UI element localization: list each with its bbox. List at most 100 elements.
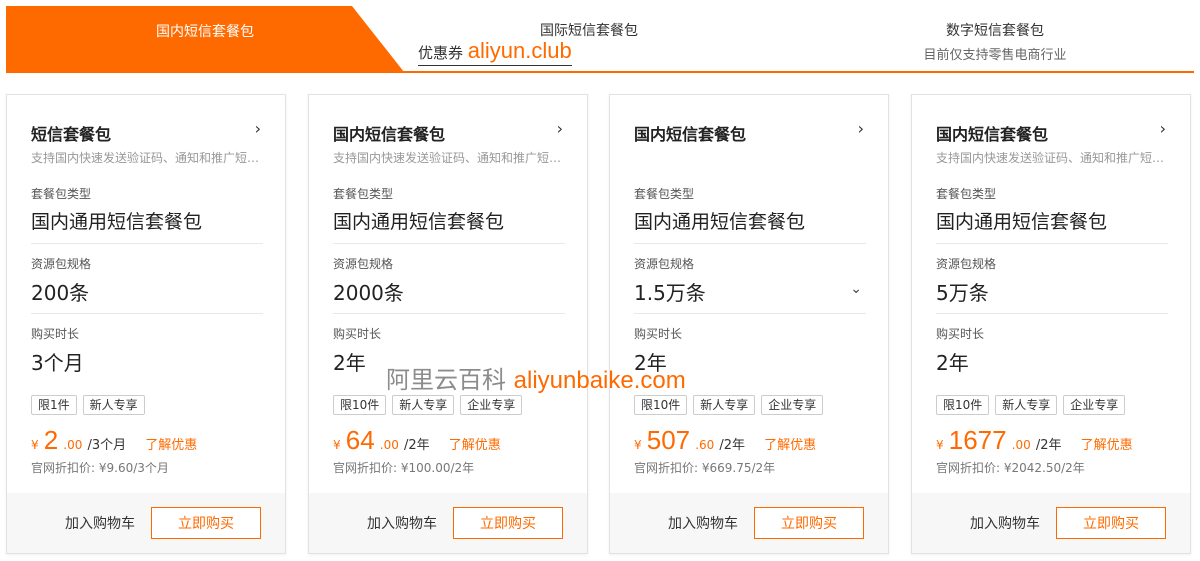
- duration-label: 购买时长: [333, 327, 382, 341]
- price: ¥ 1677 .00 /2年 了解优惠: [936, 425, 1133, 456]
- card-description: 支持国内快速发送验证码、通知和推广短信...: [31, 151, 263, 165]
- package-type-label: 套餐包类型: [936, 187, 997, 201]
- package-type-label: 套餐包类型: [31, 187, 92, 201]
- spec-label: 资源包规格: [936, 257, 997, 271]
- price-unit: /2年: [1035, 438, 1062, 453]
- add-to-cart-button[interactable]: 加入购物车: [367, 513, 437, 533]
- spec-select[interactable]: 2000条: [333, 277, 404, 306]
- price-currency: ¥: [333, 438, 341, 452]
- card-footer: 加入购物车 立即购买: [309, 493, 587, 553]
- card-title[interactable]: 短信套餐包: [31, 121, 111, 145]
- official-price-value: ¥669.75/2年: [701, 461, 776, 475]
- price-integer: 2: [43, 425, 59, 455]
- price-currency: ¥: [634, 438, 642, 452]
- divider: [936, 313, 1168, 314]
- tag-badge: 新人专享: [392, 395, 455, 415]
- official-price: 官网折扣价: ¥100.00/2年: [333, 459, 474, 476]
- divider: [31, 313, 263, 314]
- divider: [634, 313, 866, 314]
- package-type-label: 套餐包类型: [333, 187, 394, 201]
- price-unit: /3个月: [87, 438, 127, 453]
- duration-select[interactable]: 3个月: [31, 347, 84, 376]
- price-currency: ¥: [31, 438, 39, 452]
- card-description: 支持国内快速发送验证码、通知和推广短信...: [936, 151, 1168, 165]
- learn-discount-link[interactable]: 了解优惠: [449, 438, 501, 453]
- spec-select[interactable]: 200条: [31, 277, 89, 306]
- card-title[interactable]: 国内短信套餐包: [634, 121, 746, 145]
- official-price: 官网折扣价: ¥669.75/2年: [634, 459, 775, 476]
- tab-digital-label: 数字短信套餐包: [946, 23, 1044, 39]
- tag-badge: 企业专享: [1063, 395, 1126, 415]
- tag-list: 限10件 新人专享 企业专享: [634, 395, 824, 415]
- add-to-cart-button[interactable]: 加入购物车: [970, 513, 1040, 533]
- promo-url: aliyun.club: [467, 38, 572, 63]
- official-price-prefix: 官网折扣价:: [333, 461, 398, 475]
- watermark-url: aliyunbaike.com: [513, 367, 686, 394]
- buy-now-button[interactable]: 立即购买: [151, 507, 261, 539]
- watermark-overlay: 阿里云百科 aliyunbaike.com: [386, 360, 686, 395]
- price-decimal: .60: [695, 438, 715, 452]
- spec-select[interactable]: 1.5万条: [634, 277, 706, 306]
- buy-now-button[interactable]: 立即购买: [453, 507, 563, 539]
- tab-domestic-sms[interactable]: 国内短信套餐包: [6, 6, 404, 72]
- tag-badge: 新人专享: [82, 395, 145, 415]
- add-to-cart-button[interactable]: 加入购物车: [65, 513, 135, 533]
- tab-digital-subtitle: 目前仅支持零售电商行业: [923, 48, 1067, 63]
- official-price-prefix: 官网折扣价:: [31, 461, 96, 475]
- price: ¥ 64 .00 /2年 了解优惠: [333, 425, 501, 456]
- price-integer: 507: [646, 425, 691, 455]
- price-integer: 1677: [948, 425, 1007, 455]
- price: ¥ 2 .00 /3个月 了解优惠: [31, 425, 197, 456]
- card-footer: 加入购物车 立即购买: [7, 493, 285, 553]
- duration-select[interactable]: 2年: [936, 347, 969, 376]
- price-unit: /2年: [719, 438, 746, 453]
- divider: [634, 243, 866, 244]
- add-to-cart-button[interactable]: 加入购物车: [668, 513, 738, 533]
- learn-discount-link[interactable]: 了解优惠: [145, 438, 197, 453]
- official-price: 官网折扣价: ¥2042.50/2年: [936, 459, 1085, 476]
- package-tabs: 国内短信套餐包 国际短信套餐包 数字短信套餐包 目前仅支持零售电商行业: [0, 0, 1200, 76]
- card-footer: 加入购物车 立即购买: [610, 493, 888, 553]
- learn-discount-link[interactable]: 了解优惠: [1081, 438, 1133, 453]
- learn-discount-link[interactable]: 了解优惠: [764, 438, 816, 453]
- price-decimal: .00: [63, 438, 83, 452]
- card-title[interactable]: 国内短信套餐包: [936, 121, 1048, 145]
- tab-digital-sms[interactable]: 数字短信套餐包 目前仅支持零售电商行业: [910, 20, 1080, 63]
- watermark-text: 阿里云百科: [386, 366, 506, 394]
- price-currency: ¥: [936, 438, 944, 452]
- tag-badge: 新人专享: [693, 395, 756, 415]
- price-decimal: .00: [379, 438, 399, 452]
- buy-now-button[interactable]: 立即购买: [1056, 507, 1166, 539]
- tab-underline: [6, 71, 1194, 73]
- tag-badge: 限10件: [634, 395, 688, 415]
- package-card: 国内短信套餐包 › 套餐包类型 国内通用短信套餐包 资源包规格 1.5万条 购买…: [609, 94, 889, 554]
- chevron-down-icon[interactable]: ⌄: [850, 281, 862, 297]
- official-price-value: ¥2042.50/2年: [1003, 461, 1085, 475]
- duration-label: 购买时长: [936, 327, 985, 341]
- spec-label: 资源包规格: [31, 257, 92, 271]
- tag-list: 限1件 新人专享: [31, 395, 145, 415]
- package-card: 国内短信套餐包 › 支持国内快速发送验证码、通知和推广短信... 套餐包类型 国…: [308, 94, 588, 554]
- duration-label: 购买时长: [31, 327, 80, 341]
- spec-select[interactable]: 5万条: [936, 277, 989, 306]
- tag-badge: 新人专享: [995, 395, 1058, 415]
- duration-select[interactable]: 2年: [333, 347, 366, 376]
- chevron-right-icon[interactable]: ›: [858, 119, 864, 138]
- promo-coupon-banner: 优惠券 aliyun.club: [418, 38, 572, 66]
- divider: [936, 243, 1168, 244]
- card-title[interactable]: 国内短信套餐包: [333, 121, 445, 145]
- package-card: 短信套餐包 › 支持国内快速发送验证码、通知和推广短信... 套餐包类型 国内通…: [6, 94, 286, 554]
- official-price-prefix: 官网折扣价:: [936, 461, 1001, 475]
- price: ¥ 507 .60 /2年 了解优惠: [634, 425, 816, 456]
- tag-list: 限10件 新人专享 企业专享: [333, 395, 523, 415]
- buy-now-button[interactable]: 立即购买: [754, 507, 864, 539]
- package-type-value: 国内通用短信套餐包: [634, 211, 806, 233]
- chevron-right-icon[interactable]: ›: [1160, 119, 1166, 138]
- chevron-right-icon[interactable]: ›: [255, 119, 261, 138]
- tab-international-sms[interactable]: 国际短信套餐包: [540, 20, 638, 40]
- tag-badge: 限1件: [31, 395, 77, 415]
- tag-badge: 限10件: [936, 395, 990, 415]
- divider: [31, 243, 263, 244]
- official-price-value: ¥9.60/3个月: [98, 461, 169, 475]
- chevron-right-icon[interactable]: ›: [557, 119, 563, 138]
